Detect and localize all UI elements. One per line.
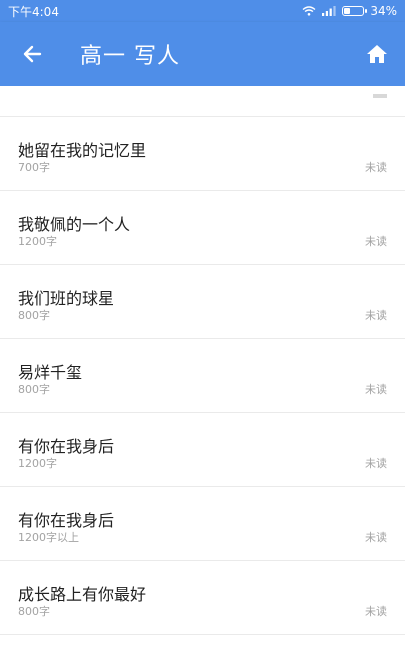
list-item[interactable]: 我敬佩的一个人 1200字 未读 [0,191,405,265]
signal-icon [322,6,336,16]
article-title: 易烊千玺 [18,363,83,382]
article-title: 我们班的球星 [18,289,115,308]
list-item[interactable]: 有你在我身后 1200字以上 未读 [0,487,405,561]
list-item[interactable]: 我们班的球星 800字 未读 [0,265,405,339]
status-left: 下午4:04 [8,3,59,20]
article-title: 有你在我身后 [18,511,115,530]
article-title: 我敬佩的一个人 [18,215,131,234]
status-bar: 下午4:04 34% [0,0,405,22]
article-title: 有你在我身后 [18,437,115,456]
word-count: 800字 [18,383,50,396]
status-time: 下午4:04 [8,4,59,19]
word-count: 1200字 [18,457,57,470]
list-item[interactable]: 她留在我的记忆里 700字 未读 [0,117,405,191]
status-right: 34% [302,4,397,18]
read-status: 未读 [365,531,387,544]
home-icon [367,45,387,63]
article-title: 成长路上有你最好 [18,585,147,604]
word-count: 700字 [18,161,50,174]
word-count: 800字 [18,309,50,322]
read-status: 未读 [365,235,387,248]
word-count: 1200字 [18,235,57,248]
app-bar: 高一 写人 [0,22,405,86]
partial-text [373,94,387,98]
back-button[interactable] [0,22,64,86]
list-item[interactable]: 易烊千玺 800字 未读 [0,339,405,413]
read-status: 未读 [365,309,387,322]
article-list[interactable]: 她留在我的记忆里 700字 未读 我敬佩的一个人 1200字 未读 我们班的球星 800字 未读… [0,86,405,663]
list-item[interactable]: 成长路上有你最好 800字 未读 [0,561,405,635]
word-count: 800字 [18,605,50,618]
word-count: 1200字以上 [18,531,79,544]
list-item[interactable]: 有你在我身后 1200字 未读 [0,413,405,487]
read-status: 未读 [365,383,387,396]
home-button[interactable] [349,22,405,86]
article-rows: 她留在我的记忆里 700字 未读 我敬佩的一个人 1200字 未读 我们班的球星 800字 未读… [0,117,405,635]
read-status: 未读 [365,605,387,618]
battery-icon [342,6,368,16]
read-status: 未读 [365,457,387,470]
page-title: 高一 写人 [80,44,180,69]
battery-fill [344,8,350,14]
wifi-icon [302,6,316,16]
article-title: 她留在我的记忆里 [18,141,147,160]
arrow-left-icon [23,45,42,63]
list-item-partial [0,86,405,117]
battery-percent: 34% [370,4,397,18]
read-status: 未读 [365,161,387,174]
